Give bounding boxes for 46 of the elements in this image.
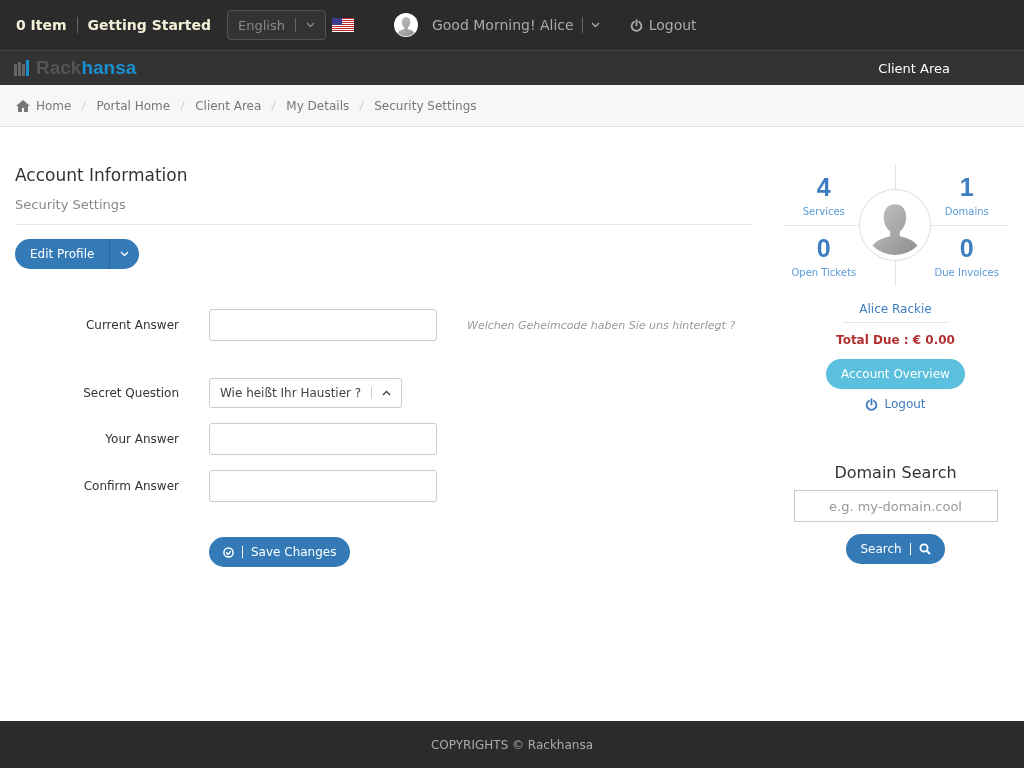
answer-field[interactable] [209,309,437,341]
greeting-menu[interactable]: Good Morning! Alice [431,17,574,33]
stat-link[interactable]: 0 Open Tickets [791,234,857,278]
check-circle-icon [223,546,234,558]
breadcrumb-link[interactable]: My Details [286,98,350,113]
language-select[interactable]: English [227,10,326,40]
logout-link[interactable]: Logout [865,397,926,411]
search-button[interactable]: Search [846,534,945,564]
caret-icon [382,390,392,396]
breadcrumb-link[interactable]: Security Settings [374,98,477,113]
power-icon [865,397,879,411]
search-icon [918,543,931,555]
field-label: Your Answer [104,432,180,446]
copyright-text: COPYRIGHTS © Rackhansa [0,721,1024,768]
save-changes-button[interactable]: Save Changes [209,537,351,567]
caret-icon [590,22,600,28]
breadcrumb-link[interactable]: Client Area [195,98,262,113]
field-hint: Welchen Geheimcode haben Sie uns hinterlegt ? [467,318,736,332]
field-label: Current Answer [84,318,180,332]
stat-link[interactable]: 1 Domains [944,173,989,217]
client-name-link[interactable]: Alice Rackie [843,302,948,323]
power-icon [629,18,643,32]
domain-search-title: Domain Search [834,463,957,482]
edit-profile-button[interactable]: Edit Profile [15,239,140,269]
total-due: Total Due : € 0.00 [836,333,955,347]
client-area-link[interactable]: Client Area [878,60,950,76]
stat-link[interactable]: 4 Services [802,173,845,217]
user-silhouette-icon [393,13,418,37]
breadcrumb-link[interactable]: Home [16,98,72,113]
cart-count[interactable]: 0 Item [16,17,67,33]
stat-link[interactable]: 0 Due Invoices [934,234,999,278]
getting-started-link[interactable]: Getting Started [87,17,211,33]
secret-question-select[interactable]: Wie heißt Ihr Haustier ? [209,378,403,408]
caret-icon [120,251,130,257]
answer-field[interactable] [209,470,437,502]
home-icon [16,99,30,112]
domain-search-field[interactable]: e.g. my-domain.cool [793,490,998,522]
page-subtitle: Security Settings [15,197,753,225]
caret-icon [305,22,315,28]
breadcrumb-link[interactable]: Portal Home [96,98,171,113]
field-label: Confirm Answer [82,479,180,493]
logout-link[interactable]: Logout [629,17,697,33]
field-label: Secret Question [82,386,180,400]
answer-field[interactable] [209,423,437,455]
page-title: Account Information [15,165,189,185]
flag-icon[interactable] [331,18,354,32]
